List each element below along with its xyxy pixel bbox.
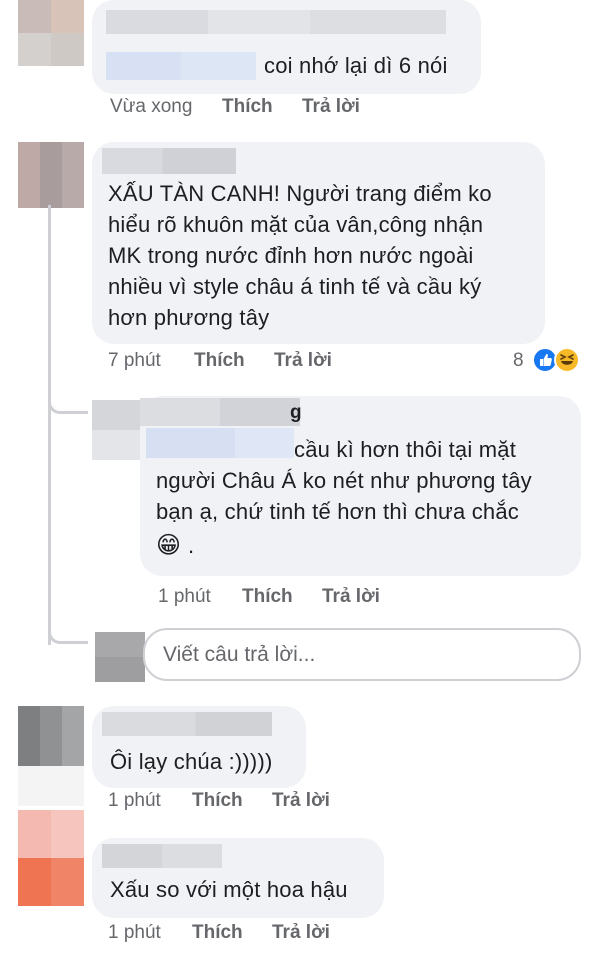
commenter-name-blurred[interactable]: [106, 10, 446, 34]
comment-time: Vừa xong: [110, 96, 193, 117]
grin-emoji-icon: 😁: [156, 532, 182, 559]
tagged-name-blurred[interactable]: [146, 428, 294, 458]
avatar[interactable]: [18, 0, 84, 66]
reply-text-tail: .: [188, 533, 195, 558]
reply-button[interactable]: Trả lời: [272, 790, 330, 812]
like-button[interactable]: Thích: [222, 96, 273, 118]
reply-button[interactable]: Trả lời: [274, 350, 332, 372]
reply-button[interactable]: Trả lời: [302, 96, 360, 118]
reply-bubble: g cầu kì hơn thôi tại mặt người Châu Á k…: [140, 396, 581, 576]
haha-icon: [554, 347, 580, 373]
thread-connector: [48, 400, 88, 414]
commenter-name-blurred[interactable]: [102, 844, 222, 868]
comment-time: 1 phút: [108, 790, 161, 811]
commenter-name-blurred[interactable]: [102, 148, 236, 174]
comment-actions: 1 phút Thích Trả lời: [0, 586, 600, 612]
reaction-count: 8: [513, 350, 524, 371]
reply-input[interactable]: Viết câu trả lời...: [143, 628, 581, 681]
current-user-avatar[interactable]: [95, 632, 145, 682]
comment-bubble: coi nhớ lại dì 6 nói: [92, 0, 481, 94]
avatar[interactable]: [18, 142, 84, 208]
comment-actions: Vừa xong Thích Trả lời: [0, 96, 600, 122]
comment-text: Xấu so với một hoa hậu: [110, 877, 348, 902]
comment-time: 1 phút: [158, 586, 211, 607]
comment-time: 1 phút: [108, 922, 161, 943]
comment-actions: 1 phút Thích Trả lời: [0, 790, 600, 816]
avatar[interactable]: [92, 400, 142, 460]
reply-input-placeholder: Viết câu trả lời...: [163, 643, 316, 666]
reply-text-line1: cầu kì hơn thôi tại mặt: [294, 437, 517, 462]
commenter-name-suffix[interactable]: g: [290, 402, 302, 424]
comment-actions: 1 phút Thích Trả lời: [0, 922, 600, 948]
avatar[interactable]: [18, 810, 84, 906]
thread-connector: [48, 630, 88, 644]
like-button[interactable]: Thích: [192, 922, 243, 944]
reaction-summary[interactable]: 8: [510, 346, 590, 376]
reply-button[interactable]: Trả lời: [272, 922, 330, 944]
comment-text: Ôi lạy chúa :))))): [110, 749, 273, 774]
comment-time: 7 phút: [108, 350, 161, 371]
comment-text: coi nhớ lại dì 6 nói: [264, 53, 448, 78]
commenter-name-blurred[interactable]: [102, 712, 272, 736]
comment-text: XẤU TÀN CANH! Người trang điểm ko hiểu r…: [108, 181, 492, 330]
commenter-name-blurred[interactable]: [140, 398, 300, 426]
comment-bubble: Ôi lạy chúa :))))): [92, 706, 306, 788]
like-button[interactable]: Thích: [192, 790, 243, 812]
thread-line: [48, 205, 51, 645]
like-button[interactable]: Thích: [194, 350, 245, 372]
comment-bubble: Xấu so với một hoa hậu: [92, 838, 384, 918]
tagged-name-blurred[interactable]: [106, 52, 256, 80]
reply-button[interactable]: Trả lời: [322, 586, 380, 608]
reply-text: người Châu Á ko nét như phương tây bạn ạ…: [156, 468, 532, 524]
comment-bubble: XẤU TÀN CANH! Người trang điểm ko hiểu r…: [92, 142, 545, 344]
like-button[interactable]: Thích: [242, 586, 293, 608]
